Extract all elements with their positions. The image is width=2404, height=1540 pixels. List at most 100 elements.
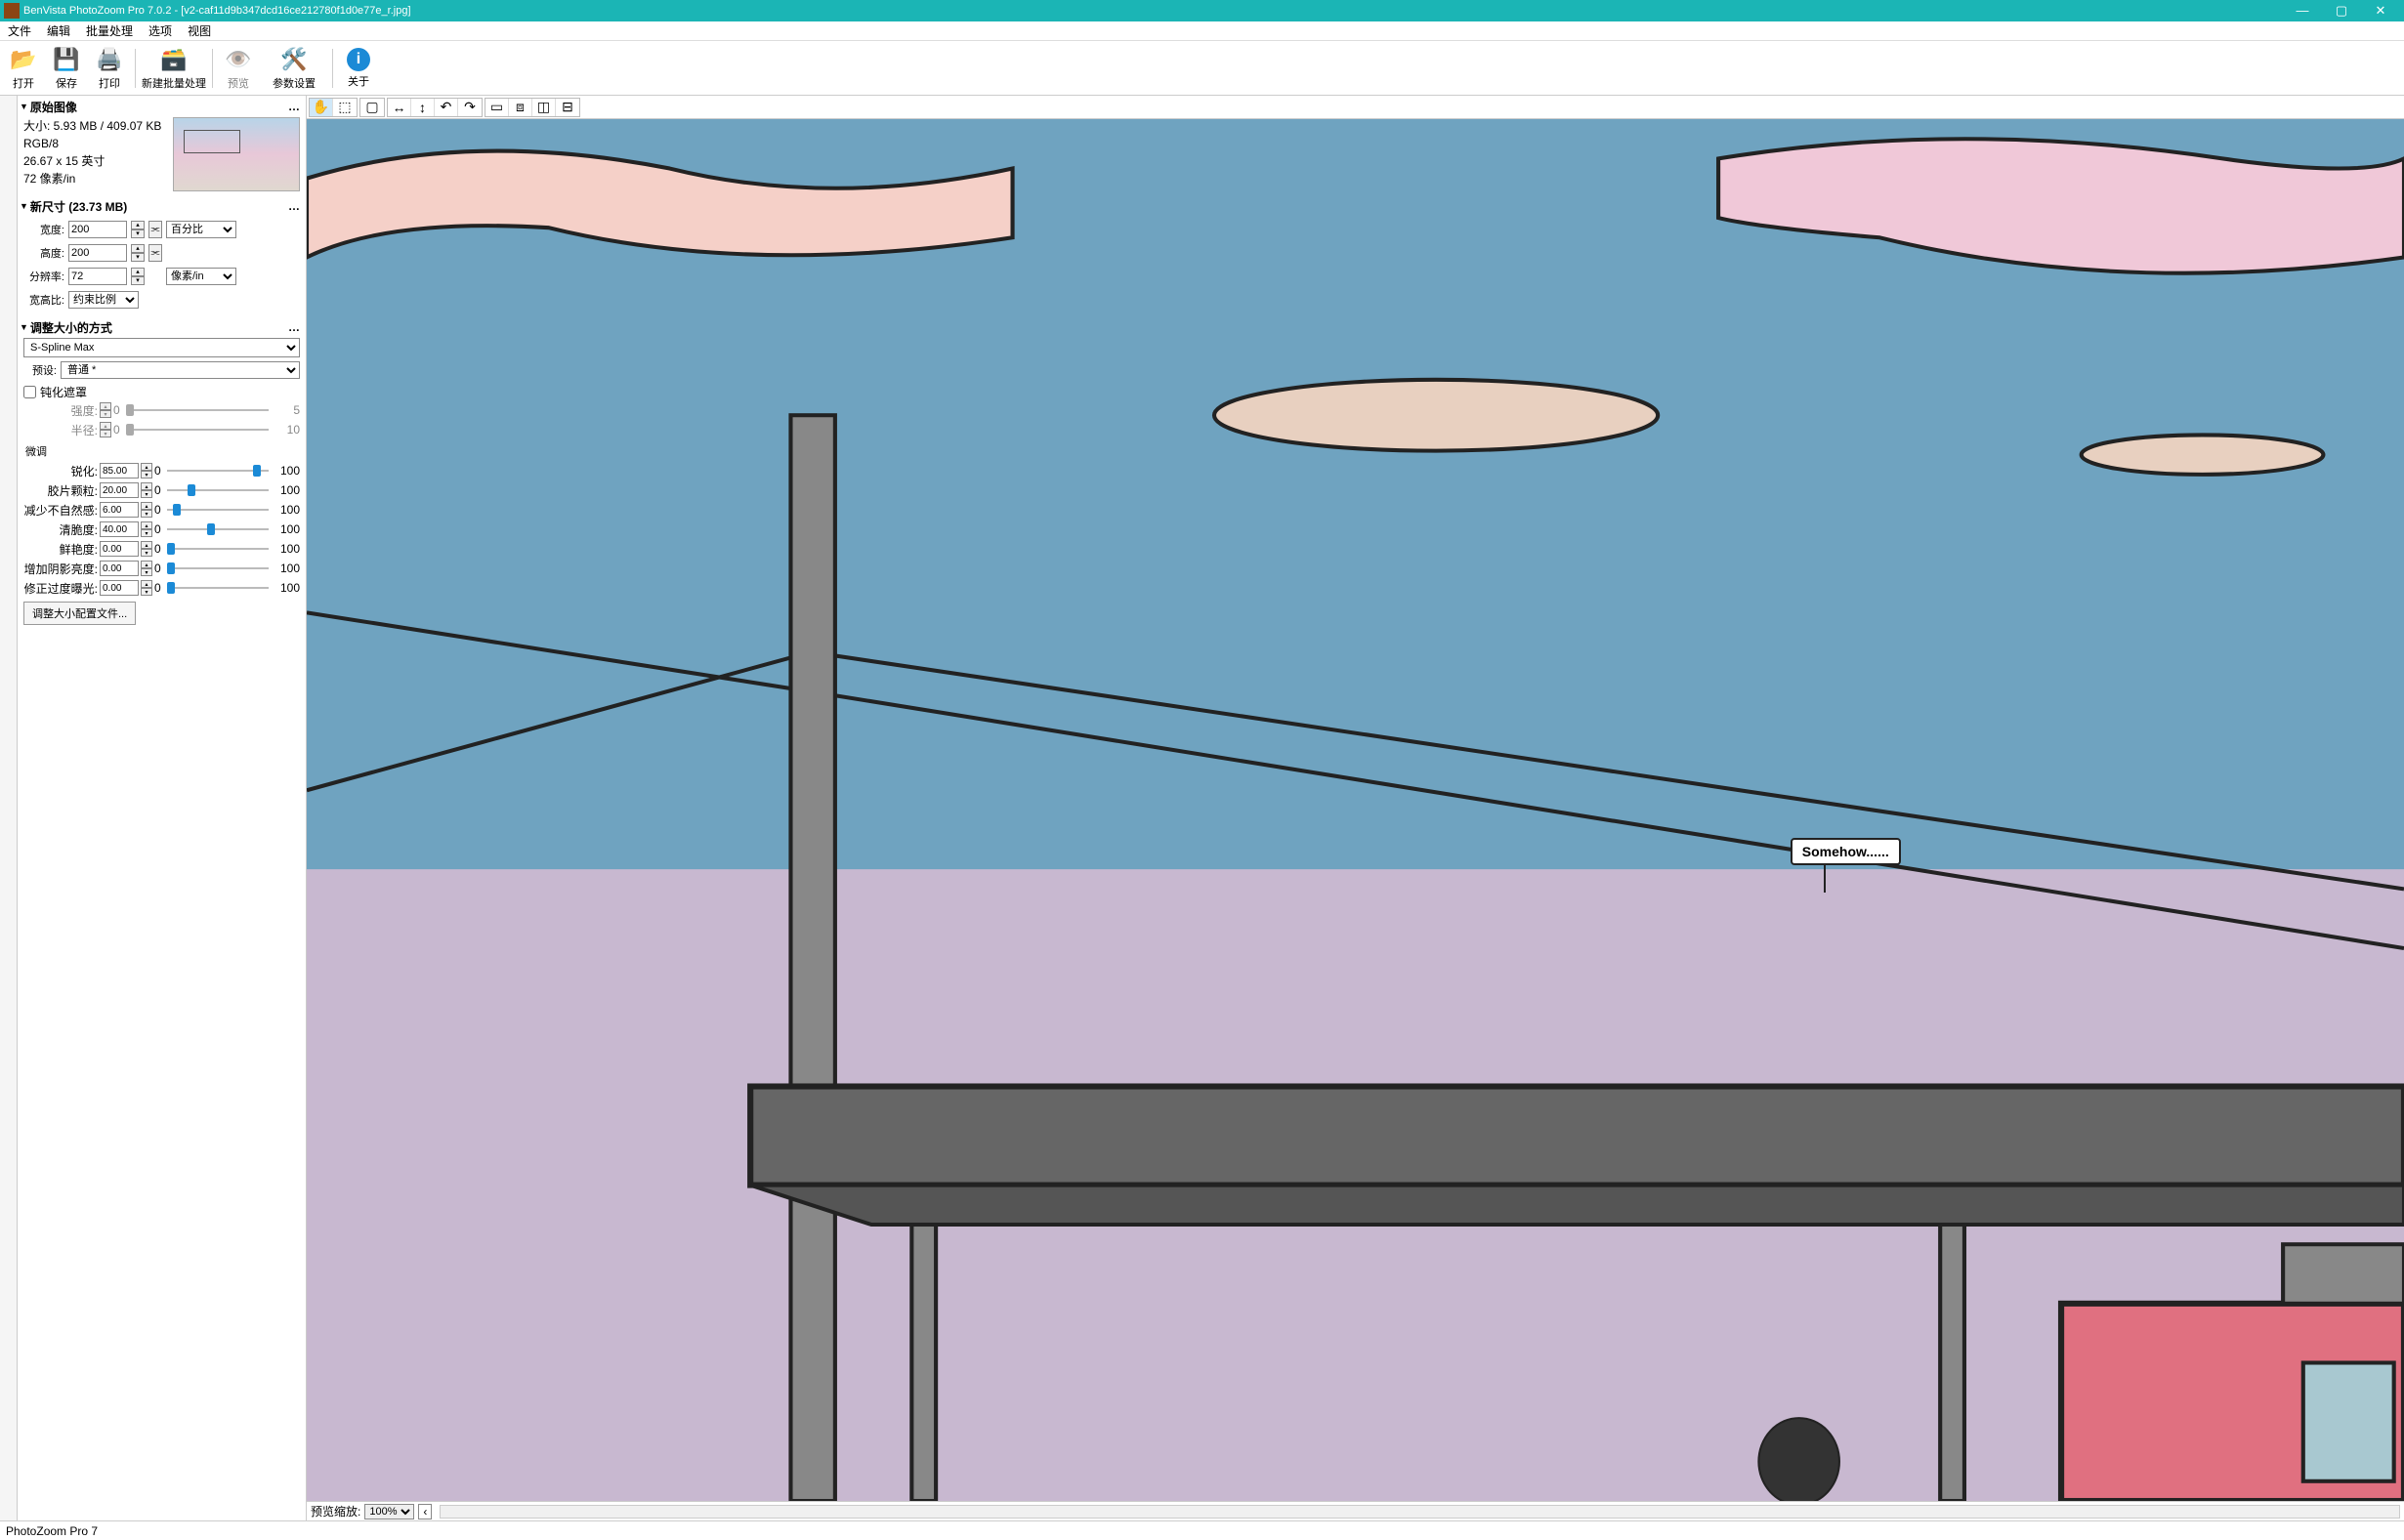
vivid-input[interactable] [100,541,139,557]
about-button[interactable]: i关于 [337,43,380,94]
params-label: 参数设置 [273,75,316,91]
mode-info: RGB/8 [23,135,173,152]
view-split-center[interactable]: ⧈ [509,99,532,116]
grain-slider[interactable] [167,484,269,496]
section-method[interactable]: ▼调整大小的方式… [20,318,304,336]
left-gutter [0,96,18,1520]
more-button[interactable]: … [284,100,304,113]
sharp-spinner[interactable]: ▴▾ [141,463,152,479]
horizontal-scrollbar[interactable] [440,1505,2400,1519]
app-icon [4,3,20,19]
hand-tool[interactable]: ✋ [310,99,333,116]
grain-input[interactable] [100,482,139,498]
artifact-label: 减少不自然感: [23,502,98,519]
size-info: 大小: 5.93 MB / 409.07 KB [23,117,173,135]
link-icon[interactable]: ⫘ [148,221,162,238]
min-label: 0 [154,464,161,478]
flip-v-tool[interactable]: ↕ [411,99,435,116]
shadow-slider[interactable] [167,562,269,574]
zoom-left[interactable]: ‹ [418,1504,432,1519]
link-icon[interactable]: ⫘ [148,244,162,262]
title-bar: BenVista PhotoZoom Pro 7.0.2 - [v2-caf11… [0,0,2404,21]
thumbnail[interactable] [173,117,300,191]
rotate-ccw-tool[interactable]: ↶ [435,99,458,116]
expo-label: 修正过度曝光: [23,580,98,597]
max-label: 100 [274,542,300,556]
aspect-select[interactable]: 约束比例 [68,291,139,309]
radius-slider[interactable] [126,424,269,436]
artifact-slider[interactable] [167,504,269,516]
artifact-input[interactable] [100,502,139,518]
resolution-input[interactable] [68,268,127,285]
save-button[interactable]: 💾保存 [45,43,88,94]
rotate-cw-tool[interactable]: ↷ [458,99,482,116]
resize-profile-button[interactable]: 调整大小配置文件... [23,602,136,625]
sharp-slider[interactable] [167,465,269,477]
toolbar: 📂打开 💾保存 🖨️打印 🗃️新建批量处理 👁️预览 🛠️参数设置 i关于 [0,41,2404,96]
menu-view[interactable]: 视图 [180,21,219,41]
res-unit-select[interactable]: 像素/in [166,268,236,285]
preview-canvas[interactable]: Somehow...... [307,119,2404,1501]
open-label: 打开 [13,75,34,91]
crisp-slider[interactable] [167,523,269,535]
preview-button[interactable]: 👁️预览 [217,43,260,94]
preview-icon: 👁️ [225,46,252,73]
maximize-button[interactable]: ▢ [2322,0,2361,21]
section-original[interactable]: ▼原始图像… [20,98,304,115]
method-select[interactable]: S-Spline Max [23,338,300,357]
print-button[interactable]: 🖨️打印 [88,43,131,94]
info-icon: i [347,48,370,71]
more-button[interactable]: … [284,199,304,213]
width-spinner[interactable]: ▴▾ [131,221,145,238]
new-batch-button[interactable]: 🗃️新建批量处理 [140,43,208,94]
max-label: 100 [274,522,300,536]
zoom-select[interactable]: 100% [364,1504,414,1519]
flip-h-tool[interactable]: ↔ [388,99,411,116]
separator [332,49,333,88]
print-label: 打印 [99,75,120,91]
crop-tool[interactable]: ⬚ [333,99,357,116]
params-button[interactable]: 🛠️参数设置 [260,43,328,94]
close-button[interactable]: ✕ [2361,0,2400,21]
select-tool[interactable]: ▢ [360,99,384,116]
unit-select[interactable]: 百分比 [166,221,236,238]
view-split-h[interactable]: ⊟ [556,99,579,116]
intensity-spinner[interactable]: ▴▾ [100,402,111,418]
shadow-input[interactable] [100,561,139,576]
sharp-input[interactable] [100,463,139,479]
menu-options[interactable]: 选项 [141,21,180,41]
radius-spinner[interactable]: ▴▾ [100,422,111,437]
height-input[interactable] [68,244,127,262]
menu-edit[interactable]: 编辑 [39,21,78,41]
speech-bubble: Somehow...... [1791,838,1901,865]
window-title: BenVista PhotoZoom Pro 7.0.2 - [v2-caf11… [23,5,2283,17]
vivid-slider[interactable] [167,543,269,555]
more-button[interactable]: … [284,320,304,334]
menu-file[interactable]: 文件 [0,21,39,41]
expo-spinner[interactable]: ▴▾ [141,580,152,596]
height-spinner[interactable]: ▴▾ [131,244,145,262]
resolution-spinner[interactable]: ▴▾ [131,268,145,285]
view-single[interactable]: ▭ [485,99,509,116]
unsharp-checkbox[interactable] [23,386,36,398]
minimize-button[interactable]: — [2283,0,2322,21]
shadow-spinner[interactable]: ▴▾ [141,561,152,576]
preset-select[interactable]: 普通 * [61,361,300,379]
section-newsize[interactable]: ▼新尺寸 (23.73 MB)… [20,197,304,215]
expo-slider[interactable] [167,582,269,594]
max-label: 100 [274,562,300,575]
crisp-spinner[interactable]: ▴▾ [141,521,152,537]
max-label: 100 [274,503,300,517]
view-split-v[interactable]: ◫ [532,99,556,116]
expo-input[interactable] [100,580,139,596]
width-input[interactable] [68,221,127,238]
vivid-spinner[interactable]: ▴▾ [141,541,152,557]
intensity-slider[interactable] [126,404,269,416]
open-button[interactable]: 📂打开 [2,43,45,94]
artifact-spinner[interactable]: ▴▾ [141,502,152,518]
crisp-input[interactable] [100,521,139,537]
menu-batch[interactable]: 批量处理 [78,21,141,41]
status-bar: PhotoZoom Pro 7 [0,1520,2404,1540]
floppy-icon: 💾 [53,46,80,73]
grain-spinner[interactable]: ▴▾ [141,482,152,498]
